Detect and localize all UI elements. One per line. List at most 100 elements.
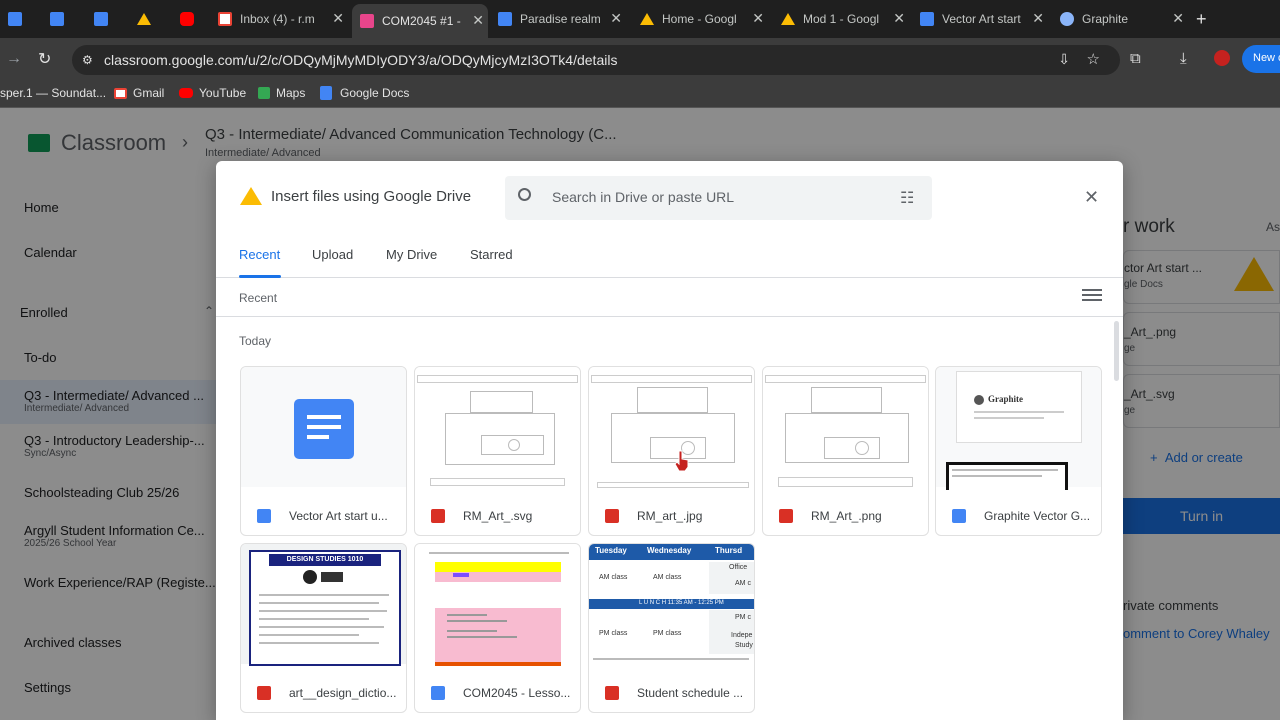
file-card[interactable]: RM_art_.jpg [588,366,755,536]
pdf-file-icon [257,686,271,700]
forward-icon[interactable]: → [6,50,22,68]
reload-icon[interactable]: ↻ [38,49,51,69]
browser-tab[interactable]: Mod 1 - Googl ✕ [781,6,909,32]
section-label: Recent [239,291,278,305]
file-info: Vector Art start u... [241,503,406,529]
browser-tab[interactable] [50,6,80,32]
browser-tab[interactable] [8,6,38,32]
doc-file-icon [257,509,271,523]
google-drive-icon [640,13,654,25]
close-tab-icon[interactable]: ✕ [472,12,484,29]
section-divider [216,316,1123,317]
file-card[interactable]: RM_Art_.png [762,366,929,536]
close-tab-icon[interactable]: ✕ [610,10,622,27]
tab-starred[interactable]: Starred [470,247,513,262]
file-name: Vector Art start u... [289,509,388,523]
bookmark-item[interactable]: YouTube [179,86,246,100]
file-name: Student schedule ... [637,686,744,700]
file-name: art__design_dictio... [289,686,397,700]
browser-tab[interactable] [137,6,167,32]
file-info: Graphite Vector G... [936,503,1101,529]
tab-upload[interactable]: Upload [312,247,353,262]
file-info: art__design_dictio... [241,680,406,706]
tab-title: Vector Art start [942,12,1021,26]
bookmark-star-icon[interactable]: ☆ [1087,50,1100,68]
google-docs-icon [94,12,108,26]
browser-tab-gmail[interactable]: Inbox (4) - r.m ✕ [218,6,348,32]
browser-tab[interactable] [94,6,124,32]
tab-title: Mod 1 - Googl [803,12,880,26]
bookmark-item[interactable]: Gmail [114,86,164,100]
tab-title: Graphite [1082,12,1129,26]
search-icon [518,188,531,201]
group-label: Today [239,334,272,348]
new-tab-button[interactable]: + [1196,6,1216,32]
bookmarks-bar: sper.1 — Soundat... Gmail YouTube Maps G… [0,80,1280,108]
close-tab-icon[interactable]: ✕ [893,10,905,27]
address-bar[interactable]: ⚙ classroom.google.com/u/2/c/ODQyMjMyMDI… [72,45,1120,75]
file-thumbnail [589,367,754,488]
file-name: COM2045 - Lesso... [463,686,571,700]
close-tab-icon[interactable]: ✕ [1172,10,1184,27]
google-drive-icon [240,187,262,205]
bookmark-item[interactable]: sper.1 — Soundat... [0,86,106,100]
close-icon[interactable]: ✕ [1084,187,1099,208]
file-info: Student schedule ... [589,680,754,706]
download-icon[interactable]: ⤓ [1180,50,1187,67]
tab-title: Paradise realm [520,12,601,26]
tab-recent[interactable]: Recent [239,247,280,262]
maps-icon [258,87,270,99]
file-name: Graphite Vector G... [984,509,1091,523]
tab-title: Inbox (4) - r.m [240,12,315,26]
file-card[interactable]: COM2045 - Lesso... [414,543,581,713]
scrollbar-thumb[interactable] [1114,321,1119,381]
hand-cursor-icon [674,450,690,472]
file-info: RM_Art_.svg [415,503,580,529]
close-tab-icon[interactable]: ✕ [1032,10,1044,27]
google-drive-icon [137,13,151,25]
file-card[interactable]: DESIGN STUDIES 1010 art__design_dictio..… [240,543,407,713]
browser-tab-classroom-active[interactable]: COM2045 #1 - ✕ [352,4,488,38]
bookmark-item[interactable]: Maps [258,86,305,100]
site-info-icon[interactable]: ⚙ [82,53,93,67]
youtube-icon [179,88,193,98]
schedule-cell: PM c [735,614,751,621]
schedule-day: Thursd [715,546,743,555]
browser-tab[interactable]: Home - Googl ✕ [640,6,768,32]
gmail-icon [114,87,127,99]
gmail-icon [218,12,232,26]
search-input[interactable]: Search in Drive or paste URL ☷ [505,176,932,220]
close-tab-icon[interactable]: ✕ [332,10,344,27]
install-icon[interactable]: ⇩ [1058,51,1070,68]
file-card[interactable]: RM_Art_.svg [414,366,581,536]
file-thumbnail [763,367,928,487]
tab-title: COM2045 #1 - [382,14,461,28]
design-studies-title: DESIGN STUDIES 1010 [269,554,381,566]
file-card[interactable]: Tuesday Wednesday Thursd AM class AM cla… [588,543,755,713]
image-file-icon [605,686,619,700]
graphite-logo-text: Graphite [988,394,1023,404]
file-thumbnail [415,367,580,487]
browser-tab[interactable]: Paradise realm ✕ [498,6,626,32]
browser-tab[interactable] [180,6,210,32]
avatar[interactable] [1214,50,1230,66]
browser-tab-strip: Inbox (4) - r.m ✕ COM2045 #1 - ✕ Paradise … [0,0,1280,38]
bookmark-label: sper.1 — Soundat... [0,86,107,100]
extensions-icon[interactable]: ⧉ [1130,50,1141,67]
tab-my-drive[interactable]: My Drive [386,247,437,262]
bookmark-item[interactable]: Google Docs [320,86,409,100]
file-name: RM_art_.jpg [637,509,703,523]
browser-tab[interactable]: Graphite ✕ [1060,6,1188,32]
bookmark-label: Gmail [133,86,165,100]
tabs-divider [216,277,1123,278]
profile-button[interactable]: New c [1242,45,1280,73]
file-card[interactable]: Vector Art start u... [240,366,407,536]
image-file-icon [779,509,793,523]
schedule-cell: Office [729,564,748,571]
file-thumbnail [415,544,580,666]
filter-icon[interactable]: ☷ [900,188,914,208]
list-view-icon[interactable] [1082,289,1102,303]
close-tab-icon[interactable]: ✕ [752,10,764,27]
file-card[interactable]: Graphite Graphite Vector G... [935,366,1102,536]
browser-tab[interactable]: Vector Art start ✕ [920,6,1048,32]
